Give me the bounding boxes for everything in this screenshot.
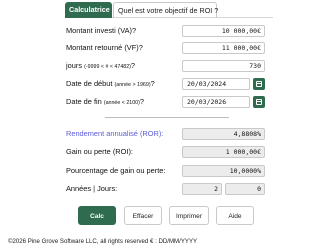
date-fin-suffix: ? — [139, 97, 145, 106]
divider — [105, 117, 229, 118]
date-debut-hint: (année > 1969) — [114, 82, 151, 88]
date-fin-hint: (année < 2100) — [103, 100, 140, 106]
jours-hint: (-9999 < # < 47482) — [84, 64, 131, 70]
effacer-button[interactable]: Effacer — [124, 206, 162, 225]
calendar-icon[interactable] — [253, 96, 265, 108]
date-fin-row: Date de fin (année < 2100)? 20/03/2026 — [66, 96, 266, 108]
montant-investi-row: Montant investi (VA)? 10 000,00€ — [66, 25, 266, 37]
montant-investi-input[interactable]: 10 000,00€ — [182, 25, 265, 37]
date-debut-suffix: ? — [150, 79, 155, 88]
date-debut-input[interactable]: 20/03/2024 — [182, 78, 250, 90]
annees-jours-row: Années | Jours: 2 0 — [66, 183, 266, 195]
jours-output: 0 — [225, 183, 265, 195]
rendement-output: 4,8808% — [182, 128, 265, 140]
jours-input[interactable]: 730 — [182, 60, 265, 72]
rendement-label: Rendement annualisé (ROR): — [66, 129, 164, 138]
gain-output: 1 000,00€ — [182, 146, 265, 158]
jours-row: jours (-9999 < # < 47482)? 730 — [66, 60, 266, 72]
pourcentage-label: Pourcentage de gain ou perte: — [66, 166, 166, 175]
montant-retourne-input[interactable]: 11 000,00€ — [182, 42, 265, 54]
gain-label: Gain ou perte (ROI): — [66, 147, 133, 156]
tab-objectif-roi[interactable]: Quel est votre objectif de ROI ? — [113, 2, 218, 18]
date-fin-input[interactable]: 20/03/2026 — [182, 96, 250, 108]
pourcentage-row: Pourcentage de gain ou perte: 10,0000% — [66, 165, 266, 177]
calendar-icon[interactable] — [253, 78, 265, 90]
date-fin-label: Date de fin (année < 2100)? — [66, 96, 144, 109]
pourcentage-output: 10,0000% — [182, 165, 265, 177]
tab-calculatrice[interactable]: Calculatrice — [65, 2, 112, 18]
jours-suffix: ? — [130, 61, 136, 70]
date-fin-label-text: Date de fin — [66, 97, 102, 106]
footer-copyright: ©2026 Pine Grove Software LLC, all right… — [8, 238, 198, 245]
jours-label: jours (-9999 < # < 47482)? — [66, 60, 135, 73]
rendement-row: Rendement annualisé (ROR): 4,8808% — [66, 128, 266, 140]
tab-bar: Calculatrice Quel est votre objectif de … — [65, 2, 273, 18]
annees-jours-label: Années | Jours: — [66, 184, 118, 193]
date-debut-label: Date de début (année > 1969)? — [66, 78, 155, 91]
montant-retourne-row: Montant retourné (VF)? 11 000,00€ — [66, 42, 266, 54]
montant-retourne-label: Montant retourné (VF)? — [66, 43, 143, 52]
jours-label-text: jours — [66, 61, 83, 70]
date-debut-row: Date de début (année > 1969)? 20/03/2024 — [66, 78, 266, 90]
aide-button[interactable]: Aide — [216, 206, 254, 225]
montant-investi-label: Montant investi (VA)? — [66, 26, 137, 35]
calc-button[interactable]: Calc — [78, 206, 116, 225]
calculator-panel: Calculatrice Quel est votre objectif de … — [61, 0, 273, 251]
annees-output: 2 — [182, 183, 222, 195]
imprimer-button[interactable]: Imprimer — [169, 206, 209, 225]
gain-row: Gain ou perte (ROI): 1 000,00€ — [66, 146, 266, 158]
date-debut-label-text: Date de début — [66, 79, 113, 88]
